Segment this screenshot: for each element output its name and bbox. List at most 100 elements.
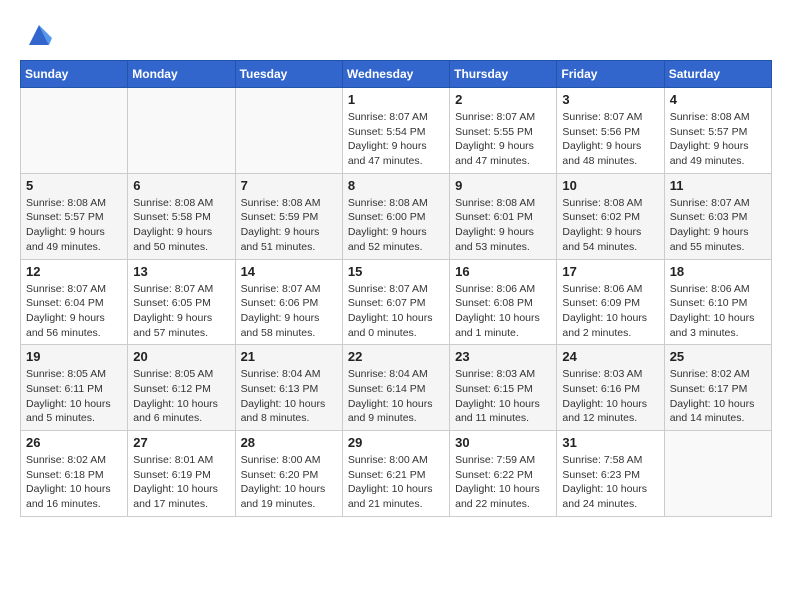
calendar-cell [128, 88, 235, 174]
week-row-4: 26 Sunrise: 8:02 AM Sunset: 6:18 PM Dayli… [21, 431, 772, 517]
calendar-cell: 30Sunrise: 7:59 AM Sunset: 6:22 PM Dayli… [450, 431, 557, 517]
day-info: Sunrise: 8:08 AM Sunset: 5:57 PM Dayligh… [26, 196, 122, 255]
calendar-cell: 21 Sunrise: 8:04 AM Sunset: 6:13 PM Dayli… [235, 345, 342, 431]
day-info: Sunrise: 8:04 AM Sunset: 6:14 PM Dayligh… [348, 367, 444, 426]
calendar-table: SundayMondayTuesdayWednesdayThursdayFrid… [20, 60, 772, 517]
day-number: 15 [348, 264, 444, 279]
week-row-3: 19 Sunrise: 8:05 AM Sunset: 6:11 PM Dayli… [21, 345, 772, 431]
day-number: 26 [26, 435, 122, 450]
day-info: Sunrise: 8:08 AM Sunset: 6:01 PM Dayligh… [455, 196, 551, 255]
day-info: Sunrise: 8:02 AM Sunset: 6:17 PM Dayligh… [670, 367, 766, 426]
day-info: Sunrise: 8:08 AM Sunset: 5:57 PM Dayligh… [670, 110, 766, 169]
day-info: Sunrise: 8:08 AM Sunset: 6:02 PM Dayligh… [562, 196, 658, 255]
day-number: 21 [241, 349, 337, 364]
calendar-body: 1Sunrise: 8:07 AM Sunset: 5:54 PM Daylig… [21, 88, 772, 517]
day-info: Sunrise: 8:00 AM Sunset: 6:21 PM Dayligh… [348, 453, 444, 512]
calendar-cell: 24 Sunrise: 8:03 AM Sunset: 6:16 PM Dayli… [557, 345, 664, 431]
header-day-thursday: Thursday [450, 61, 557, 88]
day-info: Sunrise: 8:07 AM Sunset: 6:06 PM Dayligh… [241, 282, 337, 341]
day-info: Sunrise: 8:05 AM Sunset: 6:12 PM Dayligh… [133, 367, 229, 426]
day-info: Sunrise: 8:07 AM Sunset: 6:04 PM Dayligh… [26, 282, 122, 341]
day-info: Sunrise: 8:06 AM Sunset: 6:08 PM Dayligh… [455, 282, 551, 341]
day-info: Sunrise: 7:59 AM Sunset: 6:22 PM Dayligh… [455, 453, 551, 512]
calendar-header: SundayMondayTuesdayWednesdayThursdayFrid… [21, 61, 772, 88]
calendar-cell: 15 Sunrise: 8:07 AM Sunset: 6:07 PM Dayli… [342, 259, 449, 345]
day-number: 6 [133, 178, 229, 193]
day-number: 14 [241, 264, 337, 279]
calendar-cell: 2Sunrise: 8:07 AM Sunset: 5:55 PM Daylig… [450, 88, 557, 174]
calendar-cell: 26 Sunrise: 8:02 AM Sunset: 6:18 PM Dayli… [21, 431, 128, 517]
day-info: Sunrise: 8:03 AM Sunset: 6:16 PM Dayligh… [562, 367, 658, 426]
day-number: 17 [562, 264, 658, 279]
day-number: 4 [670, 92, 766, 107]
calendar-cell: 8Sunrise: 8:08 AM Sunset: 6:00 PM Daylig… [342, 173, 449, 259]
day-number: 31 [562, 435, 658, 450]
calendar-cell: 13 Sunrise: 8:07 AM Sunset: 6:05 PM Dayli… [128, 259, 235, 345]
day-info: Sunrise: 8:07 AM Sunset: 6:03 PM Dayligh… [670, 196, 766, 255]
calendar-cell [21, 88, 128, 174]
day-number: 7 [241, 178, 337, 193]
day-info: Sunrise: 8:07 AM Sunset: 5:56 PM Dayligh… [562, 110, 658, 169]
header-row: SundayMondayTuesdayWednesdayThursdayFrid… [21, 61, 772, 88]
day-info: Sunrise: 8:08 AM Sunset: 5:59 PM Dayligh… [241, 196, 337, 255]
calendar-cell: 4 Sunrise: 8:08 AM Sunset: 5:57 PM Daylig… [664, 88, 771, 174]
header-day-friday: Friday [557, 61, 664, 88]
calendar-cell: 6 Sunrise: 8:08 AM Sunset: 5:58 PM Daylig… [128, 173, 235, 259]
day-number: 27 [133, 435, 229, 450]
day-info: Sunrise: 8:07 AM Sunset: 6:07 PM Dayligh… [348, 282, 444, 341]
day-number: 19 [26, 349, 122, 364]
day-info: Sunrise: 8:04 AM Sunset: 6:13 PM Dayligh… [241, 367, 337, 426]
day-number: 28 [241, 435, 337, 450]
week-row-0: 1Sunrise: 8:07 AM Sunset: 5:54 PM Daylig… [21, 88, 772, 174]
header-day-wednesday: Wednesday [342, 61, 449, 88]
day-number: 2 [455, 92, 551, 107]
day-info: Sunrise: 8:05 AM Sunset: 6:11 PM Dayligh… [26, 367, 122, 426]
day-number: 24 [562, 349, 658, 364]
calendar-cell: 16 Sunrise: 8:06 AM Sunset: 6:08 PM Dayli… [450, 259, 557, 345]
calendar-cell: 28 Sunrise: 8:00 AM Sunset: 6:20 PM Dayli… [235, 431, 342, 517]
calendar-cell: 20 Sunrise: 8:05 AM Sunset: 6:12 PM Dayli… [128, 345, 235, 431]
logo [20, 20, 54, 50]
calendar-cell: 25Sunrise: 8:02 AM Sunset: 6:17 PM Dayli… [664, 345, 771, 431]
logo-icon [24, 20, 54, 50]
calendar-cell: 17 Sunrise: 8:06 AM Sunset: 6:09 PM Dayli… [557, 259, 664, 345]
day-info: Sunrise: 8:08 AM Sunset: 6:00 PM Dayligh… [348, 196, 444, 255]
day-number: 1 [348, 92, 444, 107]
page-header [20, 20, 772, 50]
day-number: 23 [455, 349, 551, 364]
week-row-2: 12 Sunrise: 8:07 AM Sunset: 6:04 PM Dayli… [21, 259, 772, 345]
day-number: 18 [670, 264, 766, 279]
day-number: 10 [562, 178, 658, 193]
day-info: Sunrise: 8:02 AM Sunset: 6:18 PM Dayligh… [26, 453, 122, 512]
calendar-cell: 22Sunrise: 8:04 AM Sunset: 6:14 PM Dayli… [342, 345, 449, 431]
day-number: 20 [133, 349, 229, 364]
calendar-cell: 5 Sunrise: 8:08 AM Sunset: 5:57 PM Daylig… [21, 173, 128, 259]
calendar-cell: 10 Sunrise: 8:08 AM Sunset: 6:02 PM Dayli… [557, 173, 664, 259]
calendar-cell: 3Sunrise: 8:07 AM Sunset: 5:56 PM Daylig… [557, 88, 664, 174]
calendar-cell: 14 Sunrise: 8:07 AM Sunset: 6:06 PM Dayli… [235, 259, 342, 345]
header-day-tuesday: Tuesday [235, 61, 342, 88]
day-info: Sunrise: 8:06 AM Sunset: 6:09 PM Dayligh… [562, 282, 658, 341]
day-info: Sunrise: 8:08 AM Sunset: 5:58 PM Dayligh… [133, 196, 229, 255]
day-number: 13 [133, 264, 229, 279]
calendar-cell [664, 431, 771, 517]
calendar-cell: 12 Sunrise: 8:07 AM Sunset: 6:04 PM Dayli… [21, 259, 128, 345]
day-info: Sunrise: 8:01 AM Sunset: 6:19 PM Dayligh… [133, 453, 229, 512]
calendar-cell: 19 Sunrise: 8:05 AM Sunset: 6:11 PM Dayli… [21, 345, 128, 431]
header-day-sunday: Sunday [21, 61, 128, 88]
day-info: Sunrise: 8:07 AM Sunset: 6:05 PM Dayligh… [133, 282, 229, 341]
day-number: 9 [455, 178, 551, 193]
day-number: 5 [26, 178, 122, 193]
calendar-cell: 23 Sunrise: 8:03 AM Sunset: 6:15 PM Dayli… [450, 345, 557, 431]
day-number: 16 [455, 264, 551, 279]
calendar-cell: 18Sunrise: 8:06 AM Sunset: 6:10 PM Dayli… [664, 259, 771, 345]
day-info: Sunrise: 8:00 AM Sunset: 6:20 PM Dayligh… [241, 453, 337, 512]
calendar-cell: 11Sunrise: 8:07 AM Sunset: 6:03 PM Dayli… [664, 173, 771, 259]
day-number: 29 [348, 435, 444, 450]
header-day-monday: Monday [128, 61, 235, 88]
calendar-cell: 29 Sunrise: 8:00 AM Sunset: 6:21 PM Dayli… [342, 431, 449, 517]
day-number: 12 [26, 264, 122, 279]
day-info: Sunrise: 8:03 AM Sunset: 6:15 PM Dayligh… [455, 367, 551, 426]
calendar-cell: 7 Sunrise: 8:08 AM Sunset: 5:59 PM Daylig… [235, 173, 342, 259]
calendar-cell [235, 88, 342, 174]
